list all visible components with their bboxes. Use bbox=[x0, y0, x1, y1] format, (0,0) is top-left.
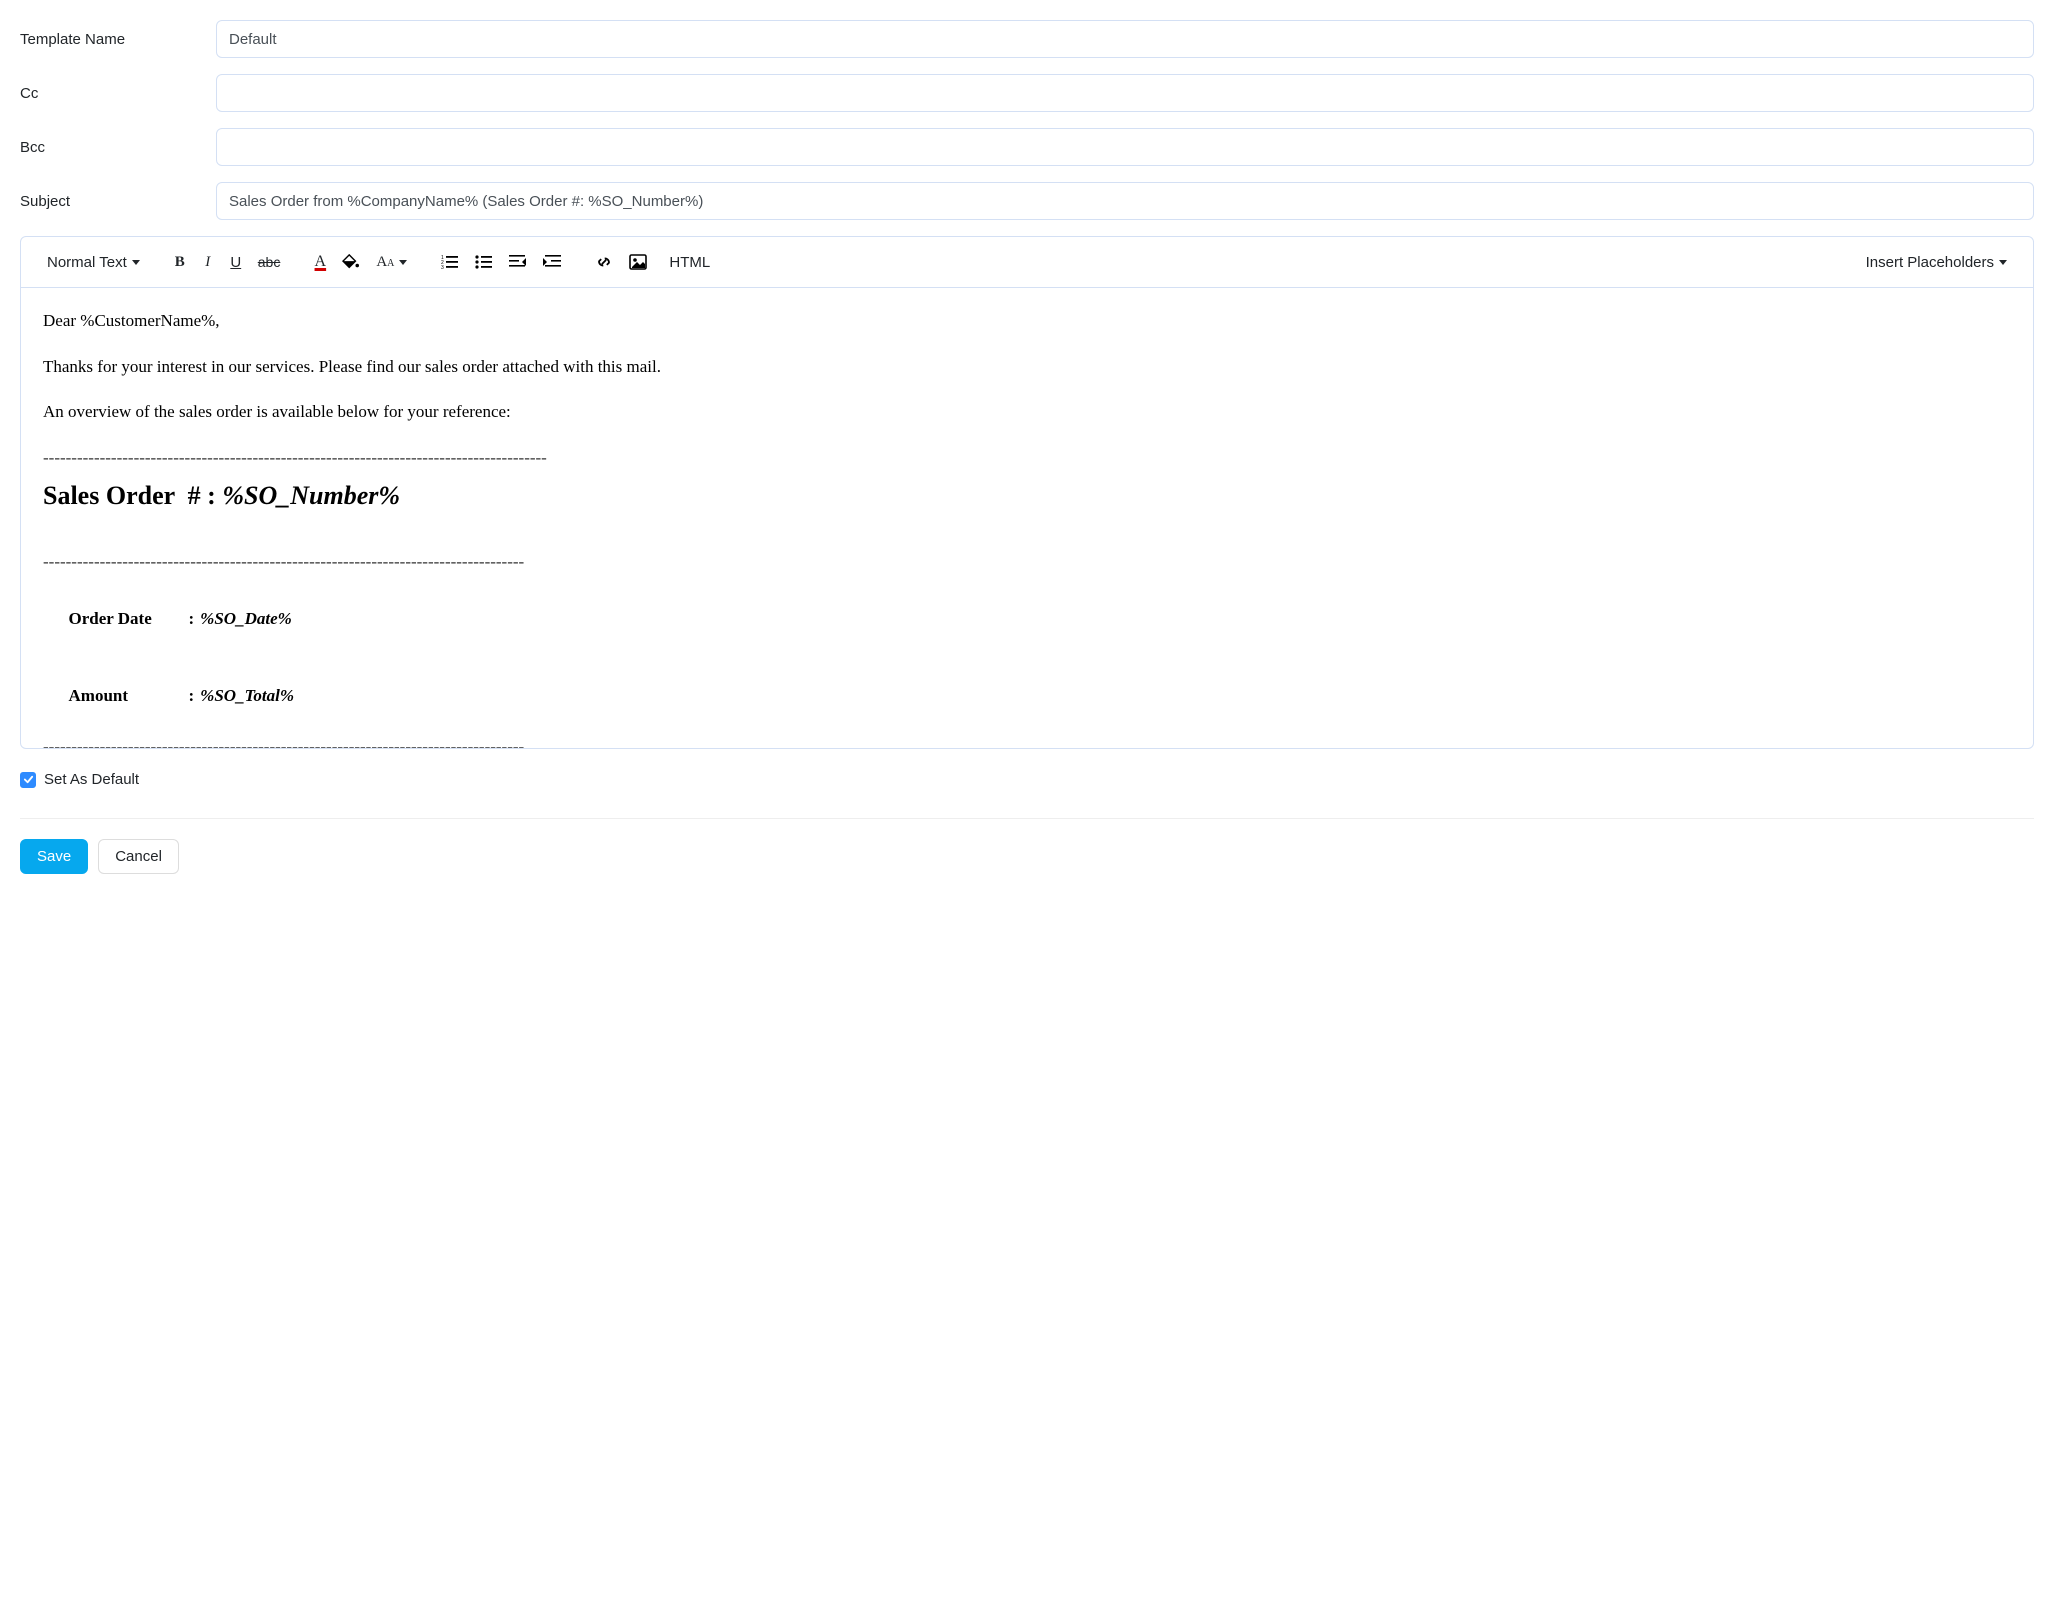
divider-dashes: ----------------------------------------… bbox=[43, 734, 2011, 749]
link-icon bbox=[595, 254, 613, 270]
paragraph-style-label: Normal Text bbox=[47, 254, 127, 271]
chevron-down-icon bbox=[1999, 260, 2007, 265]
unordered-list-button[interactable] bbox=[467, 247, 501, 277]
template-name-label: Template Name bbox=[20, 31, 216, 48]
body-heading: Sales Order # : Sales Order # : %SO_Numb… bbox=[43, 476, 2011, 515]
unordered-list-icon bbox=[475, 254, 493, 270]
body-greeting: Dear %CustomerName%, bbox=[43, 308, 2011, 334]
ordered-list-button[interactable]: 123 bbox=[433, 247, 467, 277]
bcc-label: Bcc bbox=[20, 139, 216, 156]
italic-button[interactable]: I bbox=[194, 247, 222, 277]
outdent-icon bbox=[509, 254, 527, 270]
underline-button[interactable]: U bbox=[222, 247, 250, 277]
link-button[interactable] bbox=[587, 247, 621, 277]
indent-button[interactable] bbox=[535, 247, 569, 277]
font-size-button[interactable]: AA bbox=[368, 247, 415, 277]
bold-button[interactable]: B bbox=[166, 247, 194, 277]
rich-text-editor: Normal Text B I U abc A AA 123 bbox=[20, 236, 2034, 749]
order-date-row: Order Date:%SO_Date% bbox=[43, 581, 2011, 658]
order-date-label: Order Date bbox=[69, 606, 189, 632]
amount-value: %SO_Total% bbox=[194, 686, 294, 705]
paint-bucket-icon bbox=[342, 254, 360, 270]
cancel-button[interactable]: Cancel bbox=[98, 839, 179, 874]
bcc-input[interactable] bbox=[216, 128, 2034, 166]
insert-placeholders-label: Insert Placeholders bbox=[1866, 254, 1994, 271]
background-color-button[interactable] bbox=[334, 247, 368, 277]
editor-toolbar: Normal Text B I U abc A AA 123 bbox=[21, 237, 2033, 288]
set-as-default-checkbox[interactable] bbox=[20, 772, 36, 788]
cc-input[interactable] bbox=[216, 74, 2034, 112]
paragraph-style-dropdown[interactable]: Normal Text bbox=[39, 247, 148, 277]
template-name-input[interactable] bbox=[216, 20, 2034, 58]
set-as-default-label: Set As Default bbox=[44, 771, 139, 788]
strikethrough-button[interactable]: abc bbox=[250, 247, 289, 277]
body-intro: Thanks for your interest in our services… bbox=[43, 354, 2011, 380]
html-source-button[interactable]: HTML bbox=[655, 247, 724, 277]
ordered-list-icon: 123 bbox=[441, 254, 459, 270]
check-icon bbox=[23, 774, 34, 785]
image-button[interactable] bbox=[621, 247, 655, 277]
divider-dashes: ----------------------------------------… bbox=[43, 445, 2011, 471]
footer-actions: Save Cancel bbox=[20, 818, 2034, 874]
chevron-down-icon bbox=[132, 260, 140, 265]
insert-placeholders-dropdown[interactable]: Insert Placeholders bbox=[1858, 247, 2015, 277]
indent-icon bbox=[543, 254, 561, 270]
font-size-icon: AA bbox=[376, 254, 394, 271]
body-overview: An overview of the sales order is availa… bbox=[43, 399, 2011, 425]
amount-label: Amount bbox=[69, 683, 189, 709]
editor-content[interactable]: Dear %CustomerName%, Thanks for your int… bbox=[21, 288, 2033, 748]
font-color-icon: A bbox=[315, 253, 327, 271]
subject-label: Subject bbox=[20, 193, 216, 210]
cc-label: Cc bbox=[20, 85, 216, 102]
image-icon bbox=[629, 254, 647, 270]
save-button[interactable]: Save bbox=[20, 839, 88, 874]
outdent-button[interactable] bbox=[501, 247, 535, 277]
order-date-value: %SO_Date% bbox=[194, 609, 292, 628]
chevron-down-icon bbox=[399, 260, 407, 265]
font-color-button[interactable]: A bbox=[306, 247, 334, 277]
svg-text:3: 3 bbox=[441, 265, 444, 270]
divider-dashes: ----------------------------------------… bbox=[43, 549, 2011, 575]
amount-row: Amount:%SO_Total% bbox=[43, 657, 2011, 734]
subject-input[interactable] bbox=[216, 182, 2034, 220]
